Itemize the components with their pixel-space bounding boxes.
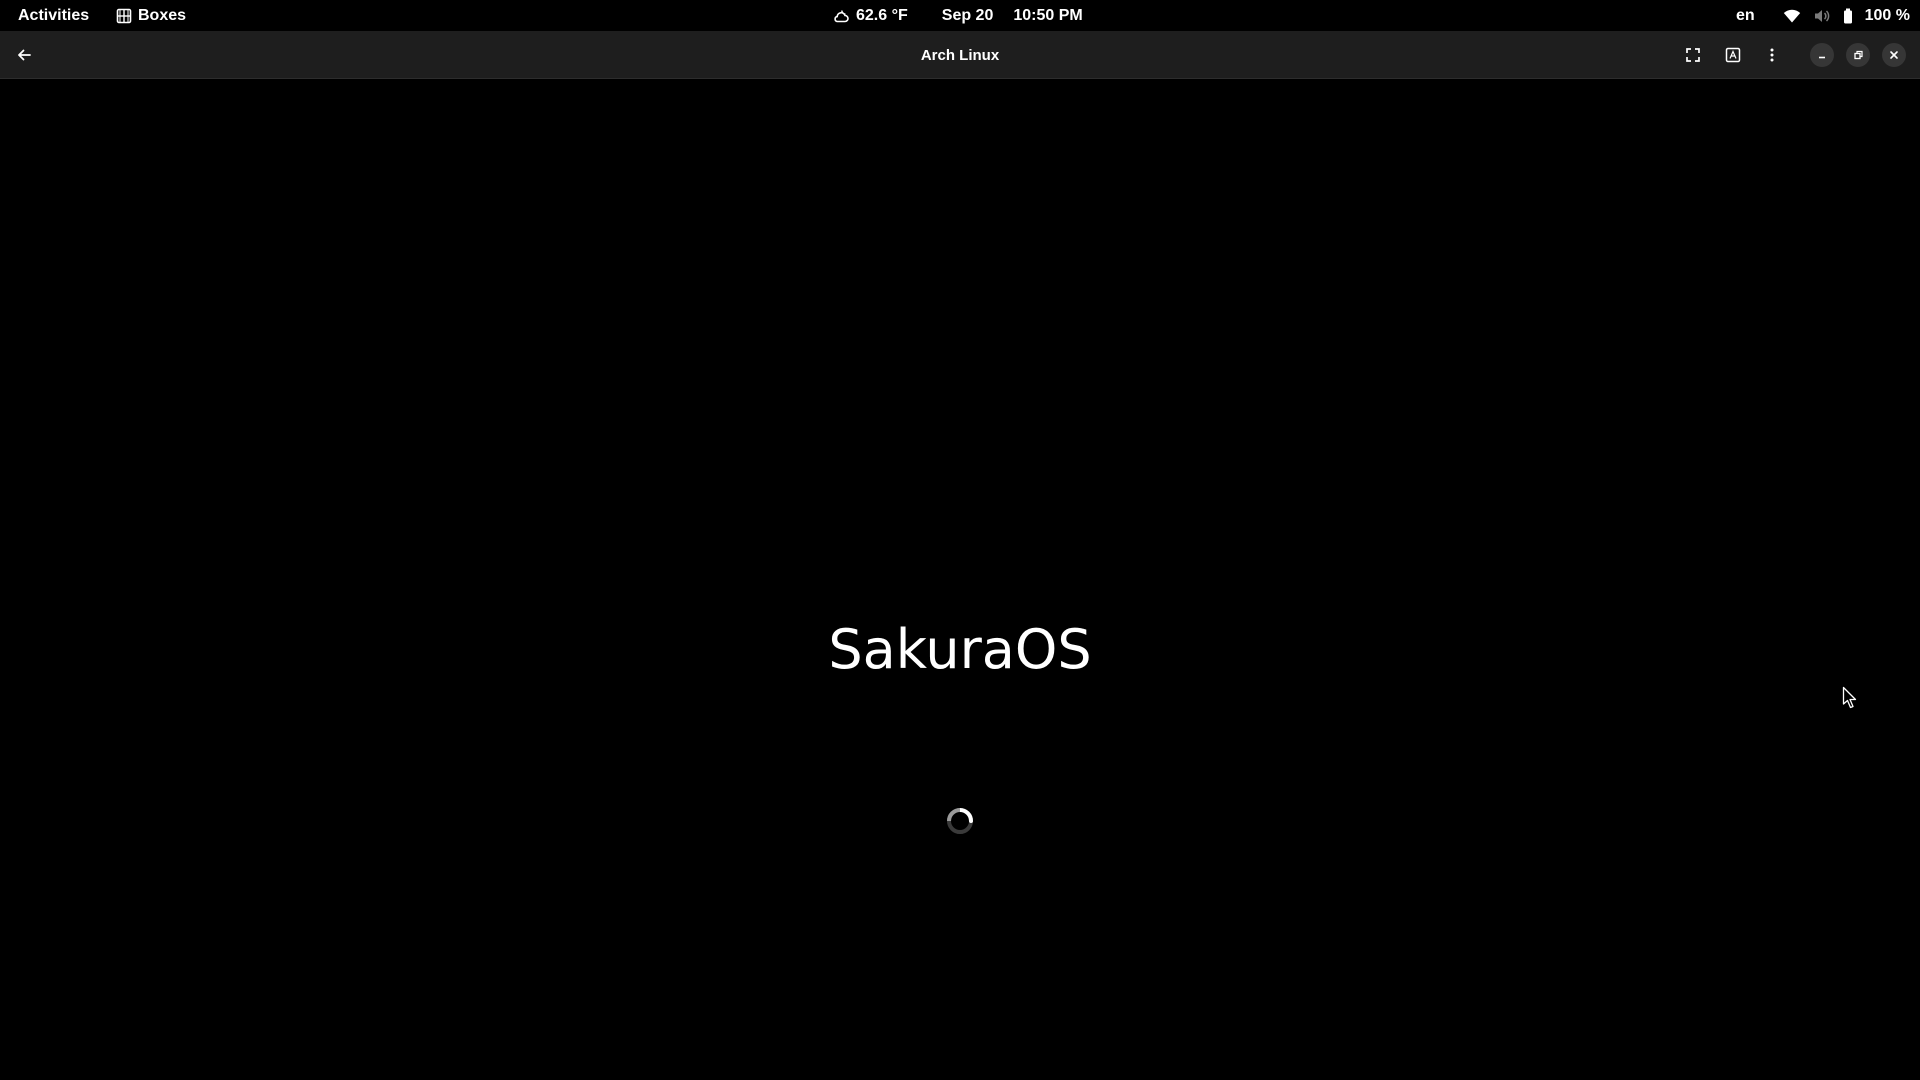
minimize-icon (1816, 49, 1828, 61)
restore-button[interactable] (1846, 43, 1870, 67)
date-time-weather-button[interactable]: 62.6 °F Sep 20 10:50 PM (832, 7, 1083, 25)
send-keys-button[interactable] (1717, 39, 1749, 71)
battery-icon (1843, 8, 1853, 24)
close-button[interactable] (1882, 43, 1906, 67)
boot-logo-text: SakuraOS (828, 618, 1092, 681)
time-label: 10:50 PM (1013, 6, 1083, 24)
top-bar: Activities Boxes 62.6 °F Sep 20 10:50 PM… (0, 0, 1920, 31)
restore-icon (1852, 49, 1864, 61)
vm-display[interactable]: SakuraOS (0, 80, 1920, 1080)
battery-level: 100 % (1864, 6, 1910, 24)
app-menu-button[interactable]: Boxes (108, 0, 194, 31)
back-arrow-icon (16, 47, 32, 63)
wifi-icon (1783, 8, 1801, 24)
activities-button[interactable]: Activities (10, 0, 97, 31)
weather-temperature: 62.6 °F (856, 6, 908, 24)
mouse-pointer-icon (1842, 686, 1858, 710)
window-title: Arch Linux (920, 46, 1000, 64)
loading-spinner-icon (945, 806, 975, 836)
clock: Sep 20 10:50 PM (942, 7, 1083, 25)
fullscreen-button[interactable] (1677, 39, 1709, 71)
close-icon (1888, 49, 1900, 61)
boxes-icon (116, 8, 132, 24)
back-button[interactable] (8, 39, 40, 71)
menu-button[interactable] (1756, 39, 1788, 71)
fullscreen-icon (1685, 47, 1701, 63)
system-menu-button[interactable]: 100 % (1779, 0, 1914, 31)
app-name: Boxes (138, 6, 187, 24)
activities-label: Activities (18, 6, 90, 24)
weather-cloudy-night-icon (832, 8, 850, 24)
more-vertical-icon (1764, 47, 1780, 63)
weather-indicator: 62.6 °F (832, 7, 908, 25)
keyboard-layout-label: en (1735, 6, 1755, 24)
volume-muted-icon (1813, 8, 1831, 24)
send-keys-icon (1725, 47, 1741, 63)
keyboard-layout-indicator[interactable]: en (1728, 0, 1763, 31)
header-bar: Arch Linux (0, 31, 1920, 79)
minimize-button[interactable] (1810, 43, 1834, 67)
date-label: Sep 20 (941, 6, 994, 24)
